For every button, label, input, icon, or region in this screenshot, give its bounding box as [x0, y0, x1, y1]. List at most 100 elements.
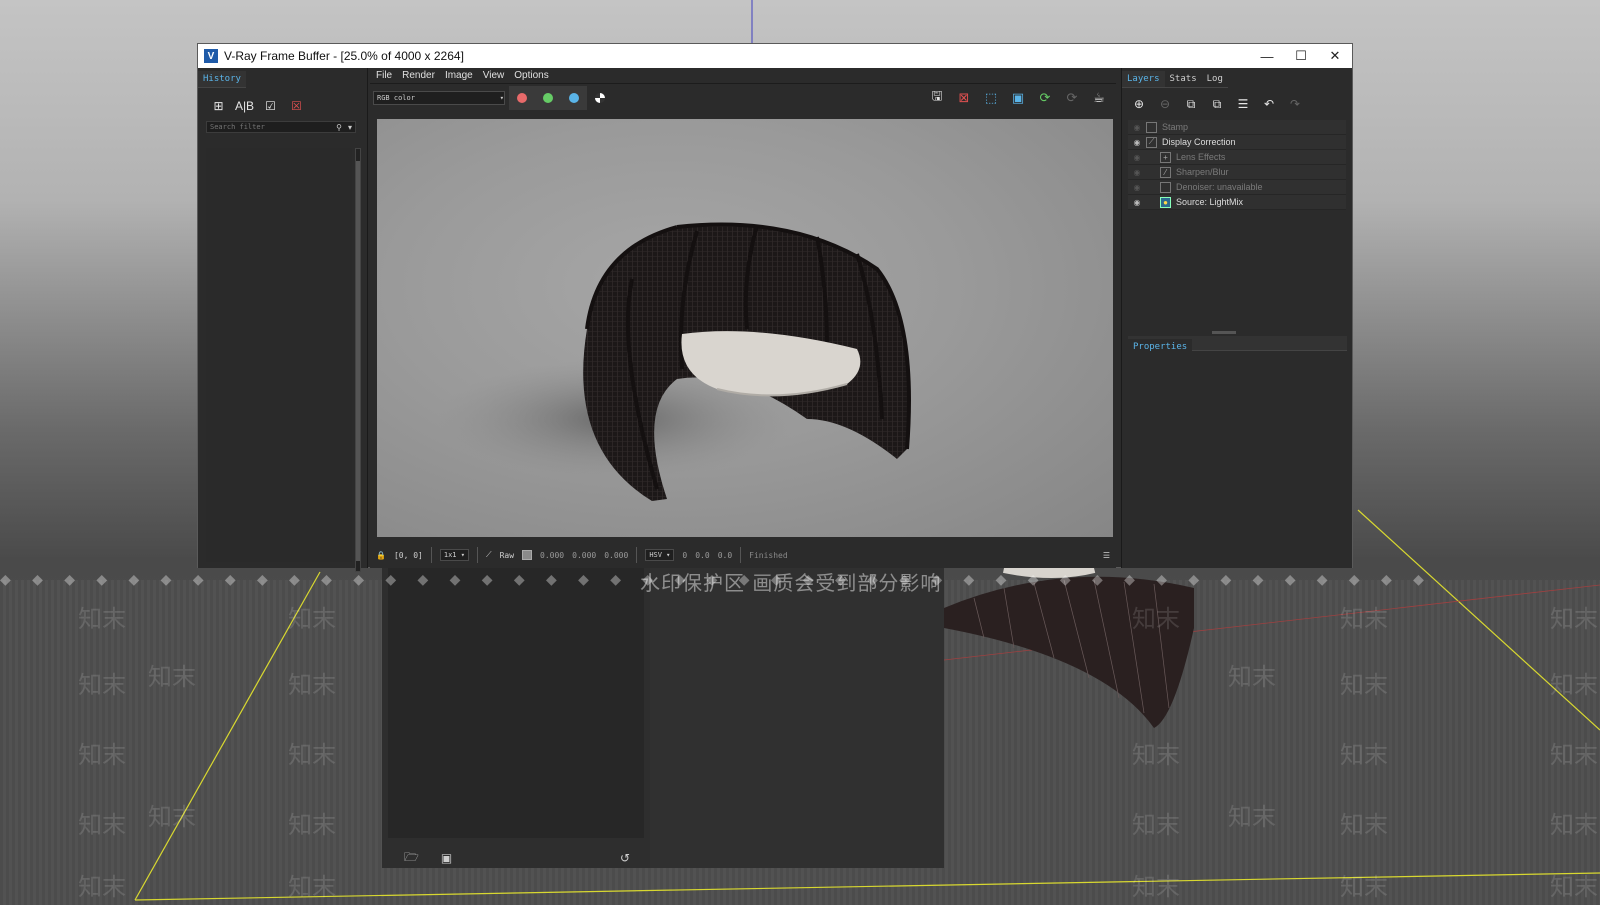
- load-layer-tree-icon[interactable]: ⧉: [1208, 96, 1226, 112]
- visibility-eye-icon[interactable]: ◉: [1128, 198, 1146, 207]
- close-button[interactable]: ✕: [1318, 44, 1352, 68]
- green-channel-button[interactable]: [535, 86, 561, 110]
- alpha-channel-button[interactable]: [587, 86, 613, 110]
- color-swatch: [522, 550, 533, 560]
- menu-file[interactable]: File: [376, 70, 392, 81]
- zoom-select[interactable]: 1x1 ▾: [439, 549, 469, 561]
- color-space-select[interactable]: HSV ▾: [645, 549, 675, 561]
- tab-layers[interactable]: Layers: [1122, 71, 1165, 88]
- watermark-mark: 知末: [1550, 671, 1598, 699]
- visibility-eye-icon[interactable]: ◉: [1128, 123, 1146, 132]
- watermark-mark: 知末: [78, 671, 126, 699]
- watermark-mark: 知末: [78, 811, 126, 839]
- watermark-mark: 知末: [288, 741, 336, 769]
- delete-layer-icon[interactable]: ⊖: [1156, 96, 1174, 112]
- layer-row-stamp[interactable]: ◉ Stamp: [1128, 120, 1346, 135]
- panel-splitter[interactable]: [1212, 331, 1236, 334]
- visibility-eye-icon[interactable]: ◉: [1128, 153, 1146, 162]
- layer-row-display-correction[interactable]: ◉ ⟋ Display Correction: [1128, 135, 1346, 150]
- rendered-chair-image: [437, 222, 911, 501]
- color-picker-icon[interactable]: ⟋: [486, 550, 492, 560]
- blue-channel-button[interactable]: [561, 86, 587, 110]
- tab-properties[interactable]: Properties: [1128, 339, 1193, 355]
- menu-options[interactable]: Options: [514, 70, 548, 81]
- render-icon[interactable]: ⟳: [1036, 89, 1054, 107]
- render-interactive-icon[interactable]: ⟳: [1063, 89, 1081, 107]
- render-area: File Render Image View Options RGB color…: [370, 68, 1116, 568]
- watermark-mark: 知末: [1228, 663, 1276, 691]
- layer-row-denoiser[interactable]: ◉ Denoiser: unavailable: [1128, 180, 1346, 195]
- visibility-eye-icon[interactable]: ◉: [1128, 168, 1146, 177]
- region-render-icon[interactable]: ⬚: [982, 89, 1000, 107]
- stop-render-icon[interactable]: ☕: [1090, 89, 1108, 107]
- history-toolbar: ⊞ A|B ☑ ☒: [198, 88, 367, 117]
- track-mouse-icon[interactable]: ▣: [1009, 89, 1027, 107]
- chevron-down-icon[interactable]: ▾: [345, 123, 355, 132]
- layers-panel: LayersStatsLog ⊕ ⊖ ⧉ ⧉ ☰ ↶ ↷ ◉ Stamp ◉: [1121, 68, 1352, 568]
- remove-history-icon[interactable]: ☒: [288, 98, 305, 113]
- chevron-down-icon: ▾: [499, 94, 504, 102]
- hue-value: 0: [682, 550, 688, 560]
- watermark-mark: 知末: [288, 873, 336, 901]
- watermark-mark: 知末: [1340, 605, 1388, 633]
- redo-icon[interactable]: ↷: [1286, 96, 1304, 112]
- layer-label: Stamp: [1162, 122, 1189, 132]
- minimize-button[interactable]: —: [1250, 44, 1284, 68]
- log-toggle-icon[interactable]: ☰: [1103, 551, 1110, 560]
- ab-compare-icon[interactable]: A|B: [235, 98, 254, 113]
- tab-log[interactable]: Log: [1201, 71, 1228, 88]
- menu-render[interactable]: Render: [402, 70, 435, 81]
- properties-header: Properties: [1128, 336, 1347, 355]
- maximize-button[interactable]: ☐: [1284, 44, 1318, 68]
- history-scrollbar[interactable]: [355, 148, 361, 572]
- search-input[interactable]: [207, 123, 334, 131]
- layer-row-sharpen-blur[interactable]: ◉ ⁄ Sharpen/Blur: [1128, 165, 1346, 180]
- save-history-icon[interactable]: ⊞: [210, 98, 227, 113]
- saturation-value: 0.0: [695, 550, 710, 560]
- clear-image-icon[interactable]: ⊠: [955, 89, 973, 107]
- channel-select[interactable]: RGB color ▾: [373, 91, 505, 105]
- red-channel-button[interactable]: [509, 86, 535, 110]
- value-value: 0.0: [717, 550, 733, 560]
- load-history-icon[interactable]: ☑: [262, 98, 279, 113]
- search-icon[interactable]: ⚲: [333, 123, 345, 132]
- create-layer-icon[interactable]: ⊕: [1130, 96, 1148, 112]
- watermark-mark: 知末: [78, 741, 126, 769]
- watermark-mark: 知末: [1132, 873, 1180, 901]
- green-channel-icon: [543, 93, 553, 103]
- render-status: Finished: [749, 550, 788, 560]
- watermark-mark: 知末: [1550, 873, 1598, 901]
- save-layer-tree-icon[interactable]: ⧉: [1182, 96, 1200, 112]
- watermark-mark: 知末: [1340, 873, 1388, 901]
- watermark-mark: 知末: [1228, 803, 1276, 831]
- layer-row-source-lightmix[interactable]: ◉ ● Source: LightMix: [1128, 195, 1346, 210]
- lens-effects-icon: +: [1160, 151, 1171, 163]
- layer-presets-icon[interactable]: ☰: [1234, 96, 1252, 112]
- menu-image[interactable]: Image: [445, 70, 473, 81]
- save-image-icon[interactable]: 🖫: [928, 88, 946, 107]
- channel-value: RGB color: [377, 94, 415, 102]
- title-bar[interactable]: V V-Ray Frame Buffer - [25.0% of 4000 x …: [198, 44, 1352, 68]
- history-list[interactable]: [206, 148, 352, 562]
- layer-label: Display Correction: [1162, 137, 1236, 147]
- tab-history[interactable]: History: [198, 71, 246, 88]
- layers-toolbar: ⊕ ⊖ ⧉ ⧉ ☰ ↶ ↷: [1122, 88, 1352, 116]
- alpha-channel-icon: [595, 93, 605, 103]
- color-mode-label: Raw: [499, 550, 515, 560]
- pixel-coords: [0, 0]: [393, 550, 423, 560]
- watermark-mark: 知末: [1550, 741, 1598, 769]
- menu-view[interactable]: View: [483, 70, 505, 81]
- history-panel: History ⊞ A|B ☑ ☒ ⚲ ▾: [198, 68, 368, 572]
- display-correction-icon: ⟋: [1146, 136, 1157, 148]
- watermark-grid: 知末 知末 知末 知末 知末 知末 知末 知末 知末 知末 知末 知末 知末 知…: [0, 595, 1600, 905]
- visibility-eye-icon[interactable]: ◉: [1128, 183, 1146, 192]
- tab-stats[interactable]: Stats: [1164, 71, 1202, 88]
- undo-icon[interactable]: ↶: [1260, 96, 1278, 112]
- rendered-image[interactable]: [377, 119, 1113, 537]
- window-title: V-Ray Frame Buffer - [25.0% of 4000 x 22…: [224, 49, 464, 63]
- visibility-eye-icon[interactable]: ◉: [1128, 138, 1146, 147]
- lock-icon[interactable]: 🔒: [376, 551, 386, 560]
- vray-app-icon: V: [204, 49, 218, 63]
- vray-frame-buffer-window: V V-Ray Frame Buffer - [25.0% of 4000 x …: [197, 43, 1353, 572]
- layer-row-lens-effects[interactable]: ◉ + Lens Effects: [1128, 150, 1346, 165]
